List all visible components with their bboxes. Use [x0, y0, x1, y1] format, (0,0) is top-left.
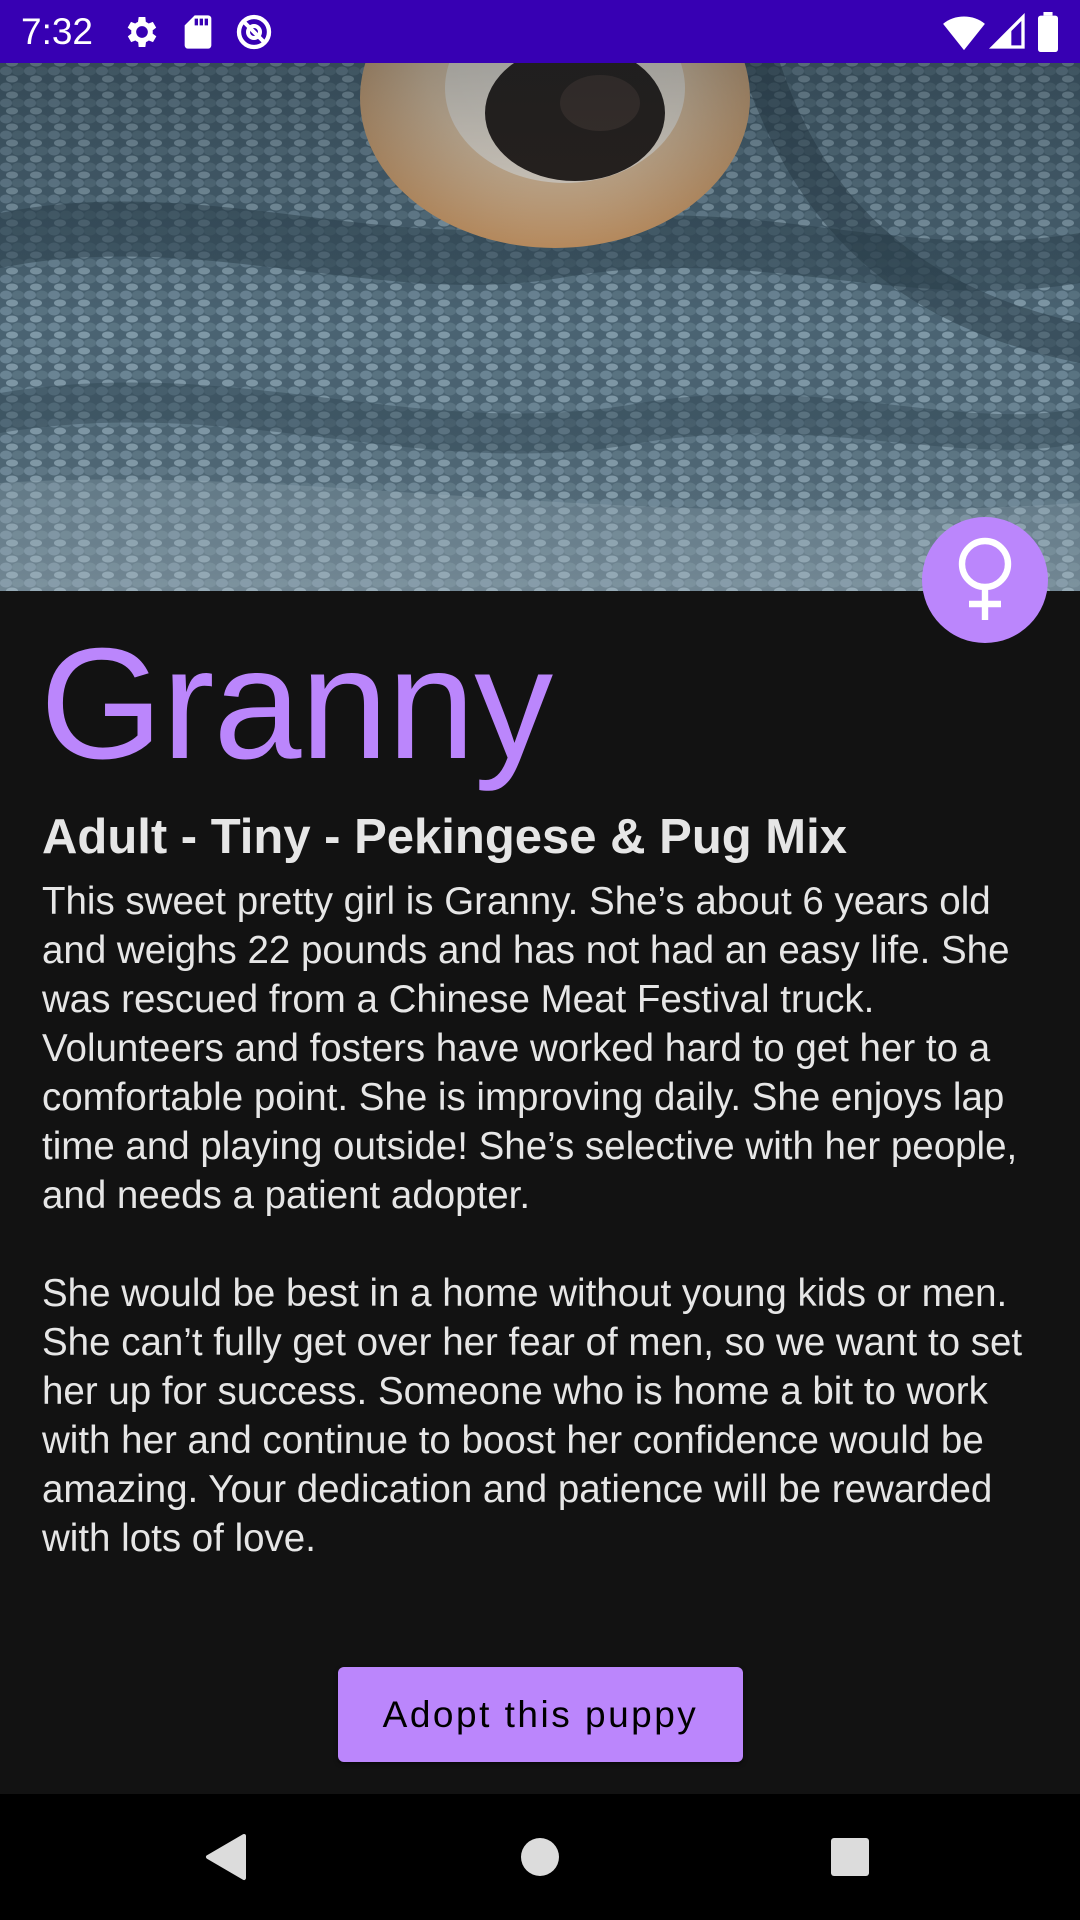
- pet-photo: [0, 63, 1080, 591]
- battery-icon: [1036, 12, 1062, 52]
- recents-icon[interactable]: [815, 1822, 885, 1892]
- description-paragraph: This sweet pretty girl is Granny. She’s …: [42, 880, 1018, 1217]
- gear-icon: [122, 12, 162, 52]
- adopt-button[interactable]: Adopt this puppy: [338, 1667, 743, 1762]
- wifi-icon: [942, 12, 986, 52]
- pet-name: Granny: [40, 616, 553, 792]
- screen: 7:32 Granny Adult - Tiny - Pekingese & P…: [0, 0, 1080, 1920]
- pet-subtitle: Adult - Tiny - Pekingese & Pug Mix: [42, 810, 847, 864]
- sd-card-icon: [178, 12, 218, 52]
- status-bar: 7:32: [0, 0, 1080, 63]
- female-gender-badge: [922, 517, 1048, 643]
- data-saver-icon: [234, 12, 274, 52]
- home-icon[interactable]: [505, 1822, 575, 1892]
- description-paragraph: She would be best in a home without youn…: [42, 1272, 1023, 1560]
- navigation-bar: [0, 1794, 1080, 1920]
- cell-signal-icon: [988, 12, 1028, 52]
- back-icon[interactable]: [190, 1822, 260, 1892]
- status-time: 7:32: [21, 11, 94, 52]
- female-icon: [949, 534, 1021, 627]
- pet-description: This sweet pretty girl is Granny. She’s …: [42, 877, 1052, 1563]
